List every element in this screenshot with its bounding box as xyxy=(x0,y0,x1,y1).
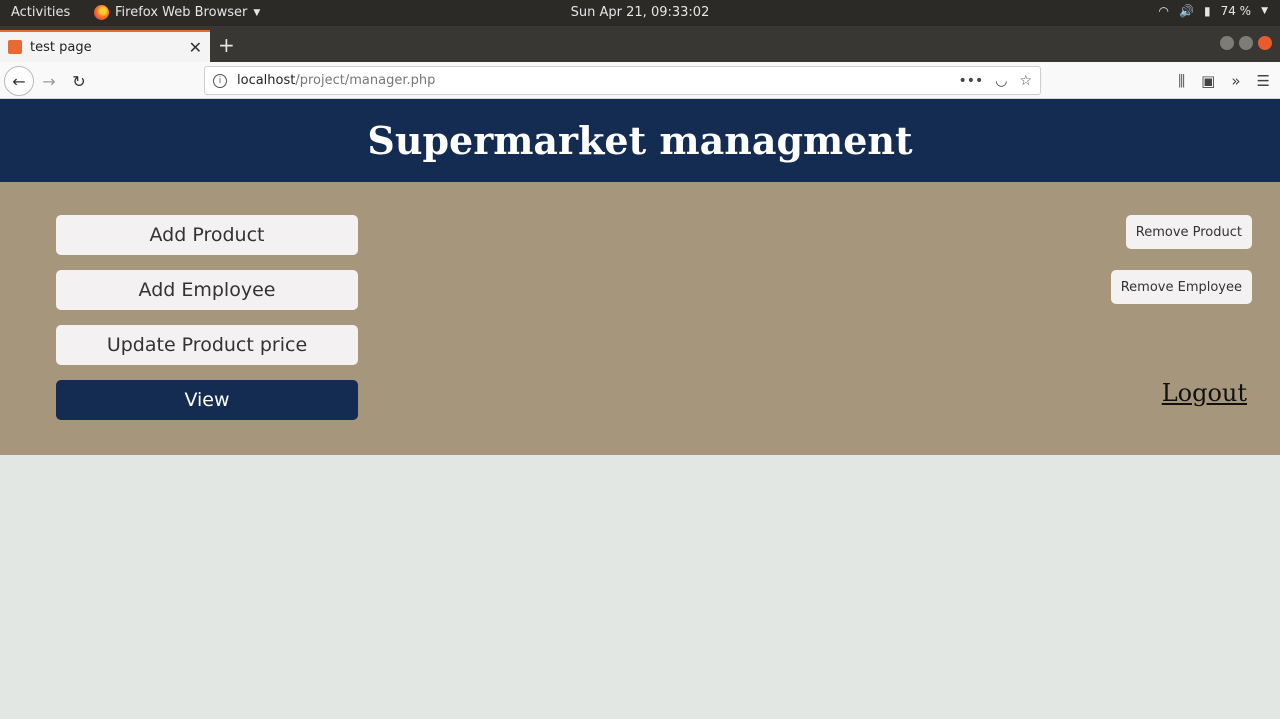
maximize-window-icon[interactable] xyxy=(1239,36,1253,50)
reload-icon[interactable]: ↻ xyxy=(64,66,94,96)
battery-icon: ▮ xyxy=(1203,4,1211,18)
bookmark-star-icon[interactable]: ☆ xyxy=(1019,73,1032,89)
hamburger-menu-icon[interactable]: ☰ xyxy=(1257,72,1270,90)
tab-strip: test page ✕ + xyxy=(0,26,1280,62)
status-area[interactable]: ◠ 🔊 ▮ 74 % ▼ xyxy=(1159,4,1268,18)
window-controls xyxy=(1220,36,1272,50)
site-info-icon[interactable]: i xyxy=(213,73,227,88)
manager-panel: Add Product Add Employee Update Product … xyxy=(0,182,1280,455)
back-icon[interactable]: ← xyxy=(4,66,34,96)
remove-product-button[interactable]: Remove Product xyxy=(1125,215,1252,249)
new-tab-icon[interactable]: + xyxy=(218,35,235,55)
add-product-button[interactable]: Add Product xyxy=(56,215,358,255)
update-product-price-button[interactable]: Update Product price xyxy=(56,325,358,365)
url-bar[interactable]: i localhost/project/manager.php ••• ◡ ☆ xyxy=(204,66,1041,95)
tab-title: test page xyxy=(30,39,92,55)
library-icon[interactable]: ⫼ xyxy=(1178,72,1185,90)
wifi-icon: ◠ xyxy=(1158,4,1170,18)
remove-employee-button[interactable]: Remove Employee xyxy=(1110,270,1252,304)
add-employee-button[interactable]: Add Employee xyxy=(56,270,358,310)
page-title: Supermarket managment xyxy=(367,118,913,163)
url-path: /project/manager.php xyxy=(295,73,436,88)
navigation-toolbar: ← → ↻ i localhost/project/manager.php ••… xyxy=(0,62,1280,99)
url-host: localhost xyxy=(237,73,296,88)
sidebar-icon[interactable]: ▣ xyxy=(1201,72,1215,90)
close-tab-icon[interactable]: ✕ xyxy=(189,38,202,57)
close-window-icon[interactable] xyxy=(1258,36,1272,50)
caret-down-icon: ▼ xyxy=(1261,6,1268,16)
volume-icon: 🔊 xyxy=(1179,4,1194,18)
view-button[interactable]: View xyxy=(56,380,358,420)
page-favicon-icon xyxy=(8,40,22,54)
minimize-window-icon[interactable] xyxy=(1220,36,1234,50)
overflow-icon[interactable]: » xyxy=(1231,72,1240,90)
logout-link[interactable]: Logout xyxy=(1162,379,1247,407)
forward-icon[interactable]: → xyxy=(34,66,64,96)
clock[interactable]: Sun Apr 21, 09:33:02 xyxy=(0,5,1280,20)
tab-test-page[interactable]: test page ✕ xyxy=(0,30,210,62)
system-top-bar: Activities Firefox Web Browser ▼ Sun Apr… xyxy=(0,0,1280,26)
battery-percent: 74 % xyxy=(1220,4,1252,18)
page-content: Supermarket managment Add Product Add Em… xyxy=(0,99,1280,719)
page-header: Supermarket managment xyxy=(0,99,1280,182)
pocket-icon[interactable]: ◡ xyxy=(995,73,1007,89)
page-actions-icon[interactable]: ••• xyxy=(958,73,983,89)
